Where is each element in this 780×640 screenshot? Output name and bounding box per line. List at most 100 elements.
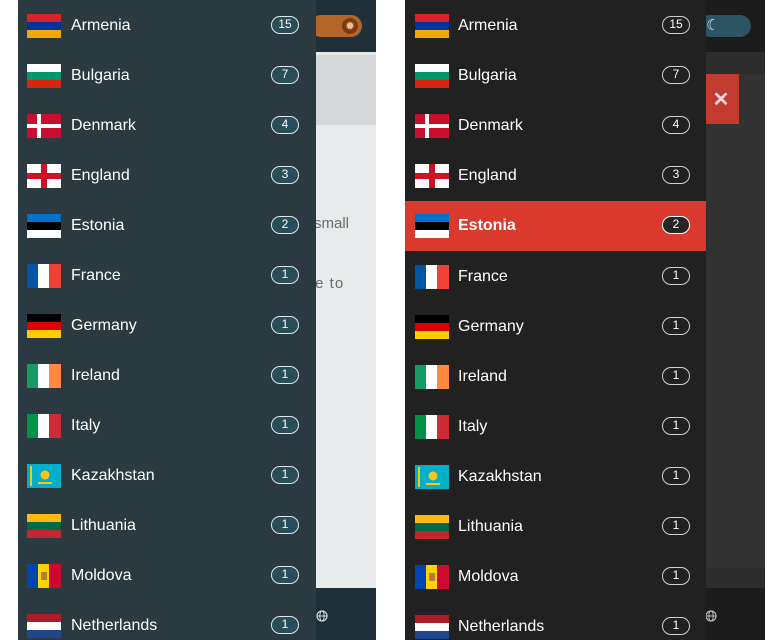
sun-icon: ✹ bbox=[342, 18, 358, 34]
country-name: Italy bbox=[71, 417, 101, 434]
count-badge: 1 bbox=[662, 517, 690, 535]
france-flag-icon bbox=[415, 264, 449, 289]
country-item-lithuania[interactable]: Lithuania 1 bbox=[18, 501, 316, 551]
country-item-bulgaria[interactable]: Bulgaria 7 bbox=[18, 51, 316, 101]
armenia-flag-icon bbox=[27, 14, 61, 38]
country-item-netherlands[interactable]: Netherlands 1 bbox=[18, 601, 316, 640]
country-name: Estonia bbox=[458, 217, 516, 235]
country-name: Moldova bbox=[458, 568, 519, 586]
background-app: ✹ small te to bbox=[310, 0, 376, 640]
country-item-italy[interactable]: Italy 1 bbox=[18, 401, 316, 451]
country-item-estonia[interactable]: Estonia 2 bbox=[405, 201, 706, 252]
phone-screen-right: ☾ ✕ Armenia 15 Bulgaria 7 Denmark 4 England 3 Es… bbox=[405, 0, 765, 640]
country-name: Denmark bbox=[458, 117, 523, 135]
country-name: Armenia bbox=[458, 17, 518, 34]
theme-toggle[interactable]: ☾ bbox=[699, 15, 751, 37]
country-drawer: Armenia 15 Bulgaria 7 Denmark 4 England 3 Estoni… bbox=[18, 0, 316, 640]
country-item-netherlands[interactable]: Netherlands 1 bbox=[405, 602, 706, 640]
count-badge: 7 bbox=[271, 66, 299, 84]
country-item-lithuania[interactable]: Lithuania 1 bbox=[405, 502, 706, 552]
ireland-flag-icon bbox=[27, 364, 61, 388]
country-drawer: Armenia 15 Bulgaria 7 Denmark 4 England 3 Estoni… bbox=[405, 0, 706, 640]
count-badge: 1 bbox=[271, 616, 299, 634]
count-badge: 1 bbox=[662, 466, 690, 485]
country-name: Kazakhstan bbox=[458, 467, 542, 485]
country-item-france[interactable]: France 1 bbox=[405, 252, 706, 302]
country-item-estonia[interactable]: Estonia 2 bbox=[18, 201, 316, 251]
country-name: Bulgaria bbox=[71, 67, 130, 84]
count-badge: 1 bbox=[662, 316, 690, 335]
background-app: ☾ ✕ bbox=[699, 0, 765, 640]
lithuania-flag-icon bbox=[415, 515, 449, 539]
france-flag-icon bbox=[27, 264, 61, 288]
count-badge: 15 bbox=[271, 16, 299, 34]
netherlands-flag-icon bbox=[415, 615, 449, 640]
count-badge: 2 bbox=[271, 216, 299, 234]
country-item-moldova[interactable]: Moldova 1 bbox=[405, 552, 706, 602]
lithuania-flag-icon bbox=[27, 514, 61, 538]
count-badge: 1 bbox=[271, 316, 299, 334]
count-badge: 1 bbox=[271, 466, 299, 484]
country-name: England bbox=[458, 167, 517, 185]
count-badge: 7 bbox=[662, 66, 690, 85]
globe-icon[interactable] bbox=[316, 610, 328, 622]
country-item-germany[interactable]: Germany 1 bbox=[405, 302, 706, 352]
country-name: Germany bbox=[458, 317, 524, 335]
count-badge: 1 bbox=[271, 266, 299, 284]
globe-icon[interactable] bbox=[705, 610, 717, 622]
country-item-france[interactable]: France 1 bbox=[18, 251, 316, 301]
country-item-bulgaria[interactable]: Bulgaria 7 bbox=[405, 51, 706, 101]
country-name: Germany bbox=[71, 317, 137, 334]
country-item-kazakhstan[interactable]: Kazakhstan 1 bbox=[405, 452, 706, 502]
country-name: France bbox=[458, 267, 508, 285]
germany-flag-icon bbox=[27, 314, 61, 338]
count-badge: 1 bbox=[662, 366, 690, 385]
italy-flag-icon bbox=[415, 414, 449, 439]
netherlands-flag-icon bbox=[27, 614, 61, 638]
country-name: Bulgaria bbox=[458, 67, 517, 85]
italy-flag-icon bbox=[27, 414, 61, 438]
kazakhstan-flag-icon bbox=[27, 464, 61, 488]
country-name: Ireland bbox=[458, 367, 507, 385]
count-badge: 3 bbox=[271, 166, 299, 184]
count-badge: 1 bbox=[662, 266, 690, 285]
germany-flag-icon bbox=[415, 314, 449, 339]
country-item-ireland[interactable]: Ireland 1 bbox=[405, 352, 706, 402]
close-icon[interactable]: ✕ bbox=[703, 74, 739, 124]
denmark-flag-icon bbox=[415, 114, 449, 139]
denmark-flag-icon bbox=[27, 114, 61, 138]
background-card bbox=[314, 55, 376, 125]
moldova-flag-icon bbox=[27, 564, 61, 588]
kazakhstan-flag-icon bbox=[415, 464, 449, 489]
country-item-kazakhstan[interactable]: Kazakhstan 1 bbox=[18, 451, 316, 501]
moon-icon: ☾ bbox=[706, 17, 720, 34]
country-item-ireland[interactable]: Ireland 1 bbox=[18, 351, 316, 401]
country-item-denmark[interactable]: Denmark 4 bbox=[405, 101, 706, 151]
count-badge: 4 bbox=[662, 116, 690, 135]
country-item-denmark[interactable]: Denmark 4 bbox=[18, 101, 316, 151]
count-badge: 3 bbox=[662, 166, 690, 185]
country-item-england[interactable]: England 3 bbox=[405, 151, 706, 201]
country-name: England bbox=[71, 167, 130, 184]
country-item-armenia[interactable]: Armenia 15 bbox=[405, 1, 706, 51]
country-item-moldova[interactable]: Moldova 1 bbox=[18, 551, 316, 601]
country-name: Kazakhstan bbox=[71, 467, 155, 484]
country-item-germany[interactable]: Germany 1 bbox=[18, 301, 316, 351]
count-badge: 1 bbox=[271, 566, 299, 584]
count-badge: 4 bbox=[271, 116, 299, 134]
app-footer bbox=[314, 588, 376, 640]
moldova-flag-icon bbox=[415, 565, 449, 590]
country-name: Netherlands bbox=[71, 617, 158, 634]
england-flag-icon bbox=[415, 164, 449, 189]
count-badge: 1 bbox=[271, 516, 299, 534]
background-dialog: ✕ bbox=[703, 74, 765, 568]
country-item-england[interactable]: England 3 bbox=[18, 151, 316, 201]
country-item-italy[interactable]: Italy 1 bbox=[405, 402, 706, 452]
country-name: France bbox=[71, 267, 121, 284]
country-item-armenia[interactable]: Armenia 15 bbox=[18, 1, 316, 51]
bulgaria-flag-icon bbox=[27, 64, 61, 88]
estonia-flag-icon bbox=[27, 214, 61, 238]
theme-toggle[interactable]: ✹ bbox=[310, 15, 362, 37]
england-flag-icon bbox=[27, 164, 61, 188]
background-text: small bbox=[314, 215, 350, 232]
